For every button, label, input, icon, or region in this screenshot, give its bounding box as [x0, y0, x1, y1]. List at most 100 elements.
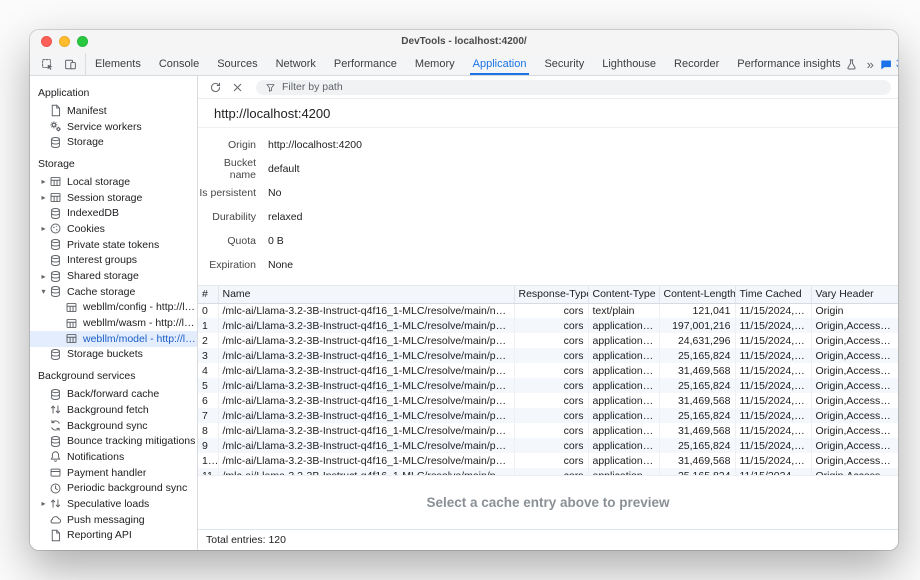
tab-performance-insights[interactable]: Performance insights [728, 53, 866, 75]
sidebar-item-notifications[interactable]: Notifications [30, 449, 197, 465]
messages-button[interactable]: 3 [880, 58, 898, 71]
zoom-window-button[interactable] [77, 36, 88, 47]
tab-network[interactable]: Network [267, 53, 325, 75]
cache-entry-row[interactable]: 2/mlc-ai/Llama-3.2-3B-Instruct-q4f16_1-M… [198, 333, 898, 348]
sidebar-item-webllm-wasm-http-loca[interactable]: webllm/wasm - http://loca… [30, 315, 197, 331]
tab-application[interactable]: Application [464, 53, 536, 75]
cache-entry-row[interactable]: 8/mlc-ai/Llama-3.2-3B-Instruct-q4f16_1-M… [198, 423, 898, 438]
device-icon [64, 58, 77, 71]
cache-entry-row[interactable]: 7/mlc-ai/Llama-3.2-3B-Instruct-q4f16_1-M… [198, 408, 898, 423]
refresh-button[interactable] [205, 78, 225, 96]
delete-selected-button[interactable] [227, 78, 247, 96]
tab-memory[interactable]: Memory [406, 53, 464, 75]
sidebar-item-label: Shared storage [67, 270, 139, 282]
sidebar-item-label: Cache storage [67, 286, 135, 298]
cell-vary-header: Origin,Access… [811, 468, 898, 475]
cache-entry-row[interactable]: 1/mlc-ai/Llama-3.2-3B-Instruct-q4f16_1-M… [198, 318, 898, 333]
tab-console[interactable]: Console [150, 53, 208, 75]
tab-performance[interactable]: Performance [325, 53, 406, 75]
sidebar-item-periodic-background-sync[interactable]: Periodic background sync [30, 480, 197, 496]
cell-time-cached: 11/15/2024, 10… [735, 303, 811, 318]
device-toolbar-button[interactable] [60, 55, 80, 73]
cache-entry-row[interactable]: 10/mlc-ai/Llama-3.2-3B-Instruct-q4f16_1-… [198, 453, 898, 468]
expander-expanded-icon[interactable]: ▾ [38, 287, 49, 296]
sidebar-item-session-storage[interactable]: ▸ Session storage [30, 190, 197, 206]
tab-lighthouse[interactable]: Lighthouse [593, 53, 665, 75]
sidebar-item-webllm-config-http-loc[interactable]: webllm/config - http://loc… [30, 300, 197, 316]
sidebar-item-cache-storage[interactable]: ▾ Cache storage [30, 284, 197, 300]
tab-recorder[interactable]: Recorder [665, 53, 728, 75]
cell-name: /mlc-ai/Llama-3.2-3B-Instruct-q4f16_1-ML… [218, 408, 514, 423]
expander-collapsed-icon[interactable]: ▸ [38, 177, 49, 186]
tab-label: Performance insights [737, 58, 840, 70]
sidebar-item-private-state-tokens[interactable]: Private state tokens [30, 237, 197, 253]
cache-entry-row[interactable]: 0/mlc-ai/Llama-3.2-3B-Instruct-q4f16_1-M… [198, 303, 898, 318]
sidebar-item-reporting-api[interactable]: Reporting API [30, 528, 197, 544]
column-header-name[interactable]: Name [218, 286, 514, 303]
sidebar-item-interest-groups[interactable]: Interest groups [30, 253, 197, 269]
cache-entry-row[interactable]: 11/mlc-ai/Llama-3.2-3B-Instruct-q4f16_1-… [198, 468, 898, 475]
sidebar-item-storage[interactable]: Storage [30, 134, 197, 150]
sidebar-item-indexeddb[interactable]: IndexedDB [30, 205, 197, 221]
cache-entry-row[interactable]: 4/mlc-ai/Llama-3.2-3B-Instruct-q4f16_1-M… [198, 363, 898, 378]
cell-name: /mlc-ai/Llama-3.2-3B-Instruct-q4f16_1-ML… [218, 453, 514, 468]
sidebar-item-cookies[interactable]: ▸ Cookies [30, 221, 197, 237]
cache-metadata: Originhttp://localhost:4200Bucket namede… [198, 128, 898, 285]
cache-entries-table: #NameResponse-TypeContent-TypeContent-Le… [198, 286, 898, 475]
sidebar-item-speculative-loads[interactable]: ▸Speculative loads [30, 496, 197, 512]
filter-input[interactable] [282, 81, 883, 93]
cell-: 1 [198, 318, 218, 333]
sidebar-item-local-storage[interactable]: ▸Local storage [30, 174, 197, 190]
toolbar-icon-group [30, 53, 86, 75]
column-header-content-type[interactable]: Content-Type [588, 286, 659, 303]
tab-label: Network [276, 58, 316, 70]
tab-label: Sources [217, 58, 257, 70]
cell-content-length: 24,631,296 [659, 333, 735, 348]
cell-response-type: cors [514, 393, 588, 408]
expander-collapsed-icon[interactable]: ▸ [38, 193, 49, 202]
sidebar-item-background-sync[interactable]: Background sync [30, 418, 197, 434]
sidebar-item-push-messaging[interactable]: Push messaging [30, 512, 197, 528]
sync-icon [49, 419, 62, 432]
metadata-value: No [268, 187, 281, 199]
sidebar-item-shared-storage[interactable]: ▸ Shared storage [30, 268, 197, 284]
cell-content-type: application/oc… [588, 348, 659, 363]
more-tabs-button[interactable]: » [867, 57, 873, 72]
cell-vary-header: Origin,Access… [811, 378, 898, 393]
table-icon [65, 332, 78, 345]
expander-collapsed-icon[interactable]: ▸ [38, 499, 49, 508]
sidebar-item-storage-buckets[interactable]: Storage buckets [30, 347, 197, 363]
tab-sources[interactable]: Sources [208, 53, 266, 75]
tab-security[interactable]: Security [535, 53, 593, 75]
sidebar-item-payment-handler[interactable]: Payment handler [30, 465, 197, 481]
sidebar-item-webllm-model-http-loc[interactable]: webllm/model - http://loc… [30, 331, 197, 347]
sidebar-item-label: Session storage [67, 192, 142, 204]
sidebar-item-back-forward-cache[interactable]: Back/forward cache [30, 386, 197, 402]
column-header-time-cached[interactable]: Time Cached [735, 286, 811, 303]
cell-name: /mlc-ai/Llama-3.2-3B-Instruct-q4f16_1-ML… [218, 423, 514, 438]
column-header-vary-header[interactable]: Vary Header [811, 286, 898, 303]
column-header-response-type[interactable]: Response-Type [514, 286, 588, 303]
sidebar-item-manifest[interactable]: Manifest [30, 103, 197, 119]
cache-entry-row[interactable]: 9/mlc-ai/Llama-3.2-3B-Instruct-q4f16_1-M… [198, 438, 898, 453]
column-header-[interactable]: # [198, 286, 218, 303]
cache-entry-row[interactable]: 5/mlc-ai/Llama-3.2-3B-Instruct-q4f16_1-M… [198, 378, 898, 393]
expander-collapsed-icon[interactable]: ▸ [38, 224, 49, 233]
cache-entry-row[interactable]: 6/mlc-ai/Llama-3.2-3B-Instruct-q4f16_1-M… [198, 393, 898, 408]
sidebar-item-label: Cookies [67, 223, 105, 235]
column-header-content-length[interactable]: Content-Length [659, 286, 735, 303]
cache-entry-row[interactable]: 3/mlc-ai/Llama-3.2-3B-Instruct-q4f16_1-M… [198, 348, 898, 363]
metadata-label: Is persistent [198, 187, 256, 199]
inspect-element-button[interactable] [37, 55, 57, 73]
cell-content-length: 25,165,824 [659, 468, 735, 475]
tab-elements[interactable]: Elements [86, 53, 150, 75]
sidebar-item-service-workers[interactable]: Service workers [30, 119, 197, 135]
close-window-button[interactable] [41, 36, 52, 47]
sidebar-item-background-fetch[interactable]: Background fetch [30, 402, 197, 418]
cell-vary-header: Origin,Access… [811, 363, 898, 378]
metadata-label: Quota [198, 235, 256, 247]
minimize-window-button[interactable] [59, 36, 70, 47]
expander-collapsed-icon[interactable]: ▸ [38, 272, 49, 281]
sidebar-item-bounce-tracking-mitigations[interactable]: Bounce tracking mitigations [30, 433, 197, 449]
sidebar-item-label: Payment handler [67, 467, 146, 479]
